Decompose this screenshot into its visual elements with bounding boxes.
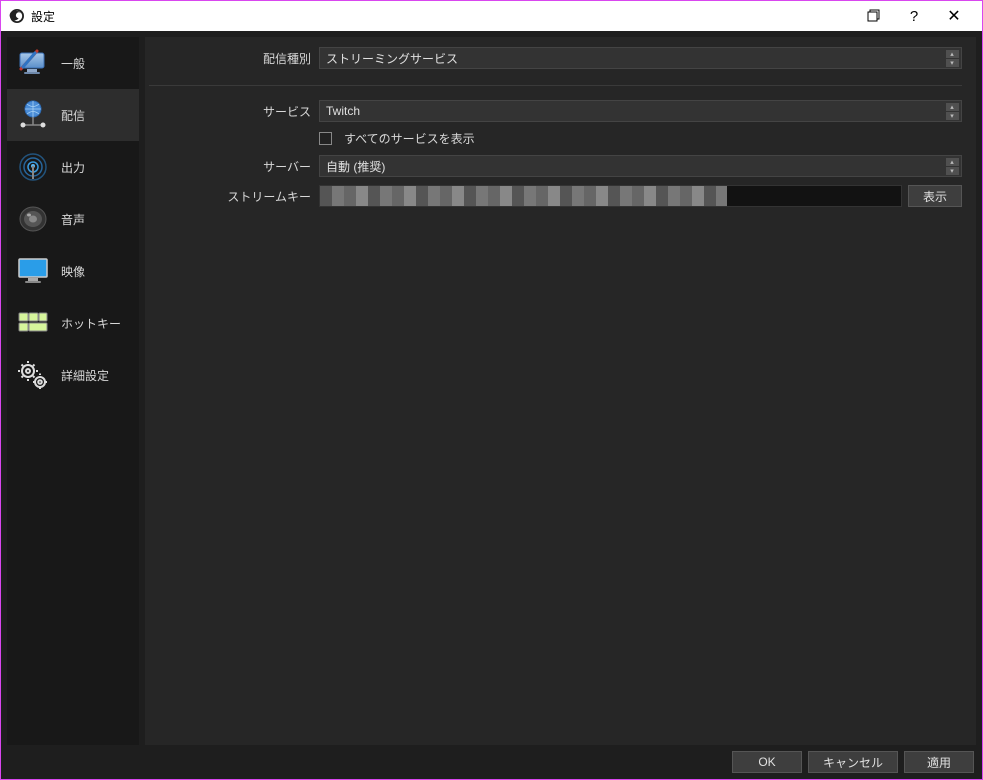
sidebar-item-general[interactable]: 一般 xyxy=(7,37,139,89)
server-label: サーバー xyxy=(149,158,319,175)
row-server: サーバー 自動 (推奨) ▴▾ xyxy=(149,155,962,177)
sidebar-item-label: 詳細設定 xyxy=(61,367,109,384)
restore-down-icon[interactable] xyxy=(854,1,894,31)
row-show-all: すべてのサービスを表示 xyxy=(149,130,962,147)
service-value: Twitch xyxy=(326,104,360,118)
separator xyxy=(149,85,962,86)
window-title: 設定 xyxy=(31,8,55,25)
gears-icon xyxy=(15,357,51,393)
stream-key-label: ストリームキー xyxy=(149,188,319,205)
stream-type-value: ストリーミングサービス xyxy=(326,50,458,67)
sidebar-item-audio[interactable]: 音声 xyxy=(7,193,139,245)
spinner-icon[interactable]: ▴▾ xyxy=(945,102,959,120)
show-all-services-checkbox[interactable] xyxy=(319,132,332,145)
stream-type-select[interactable]: ストリーミングサービス ▴▾ xyxy=(319,47,962,69)
sidebar-item-label: 配信 xyxy=(61,107,85,124)
sidebar-item-label: 出力 xyxy=(61,159,85,176)
obscured-key xyxy=(320,186,727,206)
sidebar-item-label: 一般 xyxy=(61,55,85,72)
obs-app-icon xyxy=(9,8,25,24)
service-label: サービス xyxy=(149,103,319,120)
server-select[interactable]: 自動 (推奨) ▴▾ xyxy=(319,155,962,177)
dialog-footer: OK キャンセル 適用 xyxy=(7,745,976,773)
content-panel: 配信種別 ストリーミングサービス ▴▾ サービス Twitch ▴▾ xyxy=(145,37,976,745)
monitor-tools-icon xyxy=(15,45,51,81)
keyboard-keys-icon xyxy=(15,305,51,341)
monitor-icon xyxy=(15,253,51,289)
sidebar-item-label: 映像 xyxy=(61,263,85,280)
close-icon[interactable]: ✕ xyxy=(934,1,974,31)
sidebar-item-advanced[interactable]: 詳細設定 xyxy=(7,349,139,401)
show-all-services-label: すべてのサービスを表示 xyxy=(344,130,475,147)
sidebar-item-video[interactable]: 映像 xyxy=(7,245,139,297)
sidebar-item-hotkeys[interactable]: ホットキー xyxy=(7,297,139,349)
service-select[interactable]: Twitch ▴▾ xyxy=(319,100,962,122)
show-key-button[interactable]: 表示 xyxy=(908,185,962,207)
globe-network-icon xyxy=(15,97,51,133)
sidebar-item-output[interactable]: 出力 xyxy=(7,141,139,193)
sidebar-item-label: 音声 xyxy=(61,211,85,228)
spinner-icon[interactable]: ▴▾ xyxy=(945,157,959,175)
row-service: サービス Twitch ▴▾ xyxy=(149,100,962,122)
sidebar-item-stream[interactable]: 配信 xyxy=(7,89,139,141)
row-stream-key: ストリームキー 表示 xyxy=(149,185,962,207)
stream-key-input[interactable] xyxy=(319,185,902,207)
spinner-icon[interactable]: ▴▾ xyxy=(945,49,959,67)
sidebar: 一般 配信 xyxy=(7,37,139,745)
broadcast-antenna-icon xyxy=(15,149,51,185)
ok-button[interactable]: OK xyxy=(732,751,802,773)
server-value: 自動 (推奨) xyxy=(326,158,385,175)
row-stream-type: 配信種別 ストリーミングサービス ▴▾ xyxy=(149,47,962,69)
sidebar-item-label: ホットキー xyxy=(61,315,121,332)
stream-type-label: 配信種別 xyxy=(149,50,319,67)
speaker-icon xyxy=(15,201,51,237)
apply-button[interactable]: 適用 xyxy=(904,751,974,773)
titlebar: 設定 ? ✕ xyxy=(1,1,982,31)
cancel-button[interactable]: キャンセル xyxy=(808,751,898,773)
help-icon[interactable]: ? xyxy=(894,1,934,31)
